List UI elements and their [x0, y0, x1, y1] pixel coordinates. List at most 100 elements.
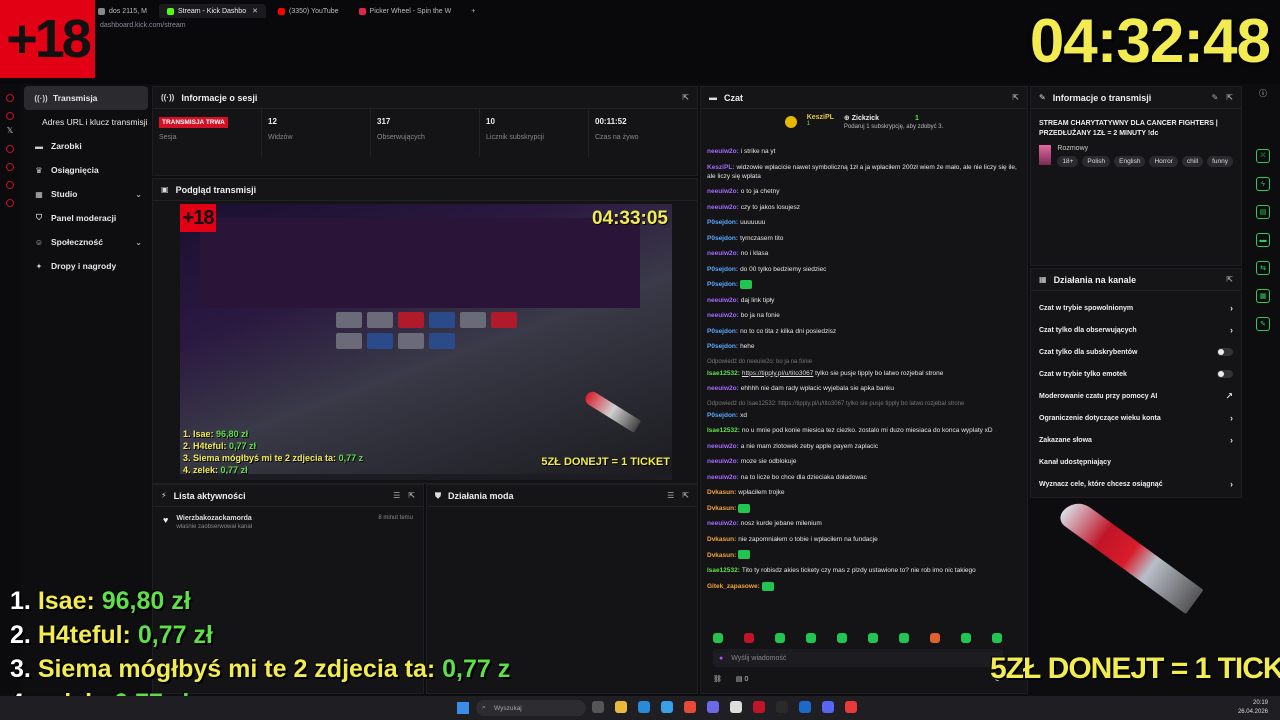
rail-icon[interactable]	[6, 94, 14, 102]
chat-username[interactable]: KesziPL:	[707, 164, 734, 171]
channel-action-row[interactable]: Czat tylko dla obserwujących ›	[1031, 319, 1241, 341]
chat-message[interactable]: neeuiw2o: ehhhh nie dam rady wpłacic wyje…	[707, 384, 1025, 393]
chat-message[interactable]: P0sejdon: no to co tita z kilka dni posie…	[707, 327, 1025, 336]
browser-tab-1[interactable]: dos 2115, M	[90, 4, 155, 18]
chat-username[interactable]: neeuiw2o:	[707, 385, 739, 392]
browser-tab-kick[interactable]: Stream - Kick Dashbo ✕	[159, 4, 266, 18]
channel-action-row[interactable]: Ograniczenie dotyczące wieku konta ›	[1031, 407, 1241, 429]
chat-message[interactable]: neeuiw2o: nosz kurde jebane milenium	[707, 519, 1025, 528]
channel-action-row[interactable]: Zakazane słowa ›	[1031, 429, 1241, 451]
chat-message[interactable]: neeuiw2o: o to ja chetny	[707, 187, 1025, 196]
browser-tab-youtube[interactable]: (3350) YouTube	[270, 4, 347, 18]
chat-username[interactable]: P0sejdon:	[707, 328, 738, 335]
chat-username[interactable]: neeuiw2o:	[707, 474, 739, 481]
chat-message[interactable]: neeuiw2o: i strike na yt	[707, 147, 1025, 156]
chat-username[interactable]: neeuiw2o:	[707, 148, 739, 155]
edit-icon[interactable]: ✎	[1212, 93, 1219, 102]
popout-icon[interactable]: ⇱	[408, 491, 415, 500]
popout-icon[interactable]: ⇱	[1226, 93, 1233, 102]
chat-message[interactable]: P0sejdon: uuuuuuu	[707, 218, 1025, 227]
chat-username[interactable]: P0sejdon:	[707, 219, 738, 226]
nav-item-zarobki[interactable]: ▬ Zarobki	[22, 134, 150, 158]
microphone-icon[interactable]: ●	[719, 655, 723, 662]
chat-username[interactable]: neeuiw2o:	[707, 297, 739, 304]
toggle-switch[interactable]	[1217, 348, 1233, 356]
chat-message[interactable]: P0sejdon: hehe	[707, 342, 1025, 351]
chat-message[interactable]: neeuiw2o: bo ja na fonie	[707, 311, 1025, 320]
chat-message[interactable]: Gitek_zapasowe:	[707, 581, 1025, 591]
new-tab-button[interactable]: +	[463, 4, 483, 18]
emote-button[interactable]	[775, 633, 785, 643]
chat-message[interactable]: P0sejdon: do 00 tylko bedziemy siedziec	[707, 265, 1025, 274]
chat-username[interactable]: neeuiw2o:	[707, 312, 739, 319]
chat-username[interactable]: neeuiw2o:	[707, 458, 739, 465]
popout-icon[interactable]: ⇱	[1012, 93, 1019, 102]
chat-message[interactable]: neeuiw2o: na to licze bo chce dla dziecia…	[707, 473, 1025, 482]
app-icon[interactable]	[730, 701, 742, 713]
nav-item-panel-moderacji[interactable]: ⛉ Panel moderacji	[22, 206, 150, 230]
rail-icon[interactable]	[6, 163, 14, 171]
info-icon[interactable]: ⓘ	[1250, 88, 1276, 99]
chat-username[interactable]: neeuiw2o:	[707, 250, 739, 257]
taskbar-clock[interactable]: 20:19 26.04.2026	[1238, 699, 1268, 717]
chat-message[interactable]: KesziPL: widzowie wpłacicie nawet symboli…	[707, 163, 1025, 181]
emote-button[interactable]	[899, 633, 909, 643]
stream-preview-video[interactable]: +18 04:33:05 1. Isae: 96,80 zł 2. H4tefu…	[180, 204, 672, 480]
ticket-icon[interactable]: ▤ 0	[736, 675, 748, 683]
nav-item-stream-url[interactable]: Adres URL i klucz transmisji	[22, 110, 150, 134]
chat-message[interactable]: Dvkasun:	[707, 550, 1025, 560]
edge-icon[interactable]	[638, 701, 650, 713]
chat-message[interactable]: Isae12532: Tito ty robisdz akies tickety …	[707, 566, 1025, 575]
chat-message[interactable]: Dvkasun: nie zapomniałem o tobie i wpłaci…	[707, 535, 1025, 544]
chat-message[interactable]: Dvkasun: wpłaciłem trojke	[707, 488, 1025, 497]
emote-button[interactable]	[744, 633, 754, 643]
chat-username[interactable]: P0sejdon:	[707, 266, 738, 273]
document-button[interactable]: ▤	[1256, 205, 1270, 219]
chrome-icon[interactable]	[684, 701, 696, 713]
popout-icon[interactable]: ⇱	[682, 93, 689, 102]
chat-username[interactable]: neeuiw2o:	[707, 443, 739, 450]
channel-action-row[interactable]: Moderowanie czatu przy pomocy AI ↗	[1031, 385, 1241, 407]
nav-item-transmisja[interactable]: ((·)) Transmisja	[24, 86, 148, 110]
chat-message[interactable]: neeuiw2o: a nie mam zlotowek zeby apple p…	[707, 442, 1025, 451]
gifter-name-2[interactable]: ⊕ Zickzick 1	[844, 114, 943, 122]
opera-icon[interactable]	[753, 701, 765, 713]
channel-action-row[interactable]: Wyznacz cele, które chcesz osiągnąć ›	[1031, 473, 1241, 495]
chat-username[interactable]: P0sejdon:	[707, 343, 738, 350]
nav-item-spolecznosc[interactable]: ☺ Społeczność ⌄	[22, 230, 150, 254]
filter-icon[interactable]: ☰	[393, 491, 400, 500]
chat-username[interactable]: Dvkasun:	[707, 536, 736, 543]
chat-username[interactable]: Dvkasun:	[707, 552, 736, 559]
chat-username[interactable]: neeuiw2o:	[707, 204, 739, 211]
chat-message[interactable]: Odpowiedź do Isae12532: https://tipply.p…	[707, 400, 1025, 420]
grid-button[interactable]: ▦	[1256, 289, 1270, 303]
chat-input[interactable]: ● Wyślij wiadomość	[713, 649, 1003, 667]
chat-message[interactable]: Odpowiedź do neeuiw2o: bo ja na fonie Isa…	[707, 358, 1025, 378]
popout-icon[interactable]: ⇱	[1226, 275, 1233, 284]
chat-message[interactable]: P0sejdon:	[707, 280, 1025, 289]
chat-message-list[interactable]: neeuiw2o: i strike na yt KesziPL: widzowie …	[707, 147, 1025, 597]
taskbar-search[interactable]: ⌕ Wyszukaj	[476, 700, 586, 716]
channel-action-row[interactable]: Czat tylko dla subskrybentów	[1031, 341, 1241, 363]
chat-username[interactable]: neeuiw2o:	[707, 520, 739, 527]
chat-button[interactable]: ▬	[1256, 233, 1270, 247]
rail-icon[interactable]	[6, 112, 14, 120]
store-icon[interactable]	[661, 701, 673, 713]
app-icon[interactable]	[845, 701, 857, 713]
emote-button[interactable]	[868, 633, 878, 643]
chat-message[interactable]: neeuiw2o: daj link tipły	[707, 296, 1025, 305]
app-icon[interactable]	[707, 701, 719, 713]
chat-username[interactable]: Isae12532:	[707, 567, 740, 574]
channel-action-row[interactable]: Czat w trybie spowolnionym ›	[1031, 297, 1241, 319]
chat-username[interactable]: Isae12532:	[707, 427, 740, 434]
channel-action-row[interactable]: Kanał udostępniający	[1031, 451, 1241, 473]
browser-tab-picker[interactable]: Picker Wheel - Spin the W	[351, 4, 460, 18]
chat-username[interactable]: Dvkasun:	[707, 489, 736, 496]
discord-icon[interactable]	[822, 701, 834, 713]
emote-button[interactable]	[837, 633, 847, 643]
emote-button[interactable]	[961, 633, 971, 643]
gifter-name[interactable]: KesziPL	[807, 114, 834, 121]
popout-icon[interactable]: ⇱	[682, 491, 689, 500]
filter-icon[interactable]: ☰	[667, 491, 674, 500]
chat-message[interactable]: neeuiw2o: czy to jakos losujesz	[707, 203, 1025, 212]
